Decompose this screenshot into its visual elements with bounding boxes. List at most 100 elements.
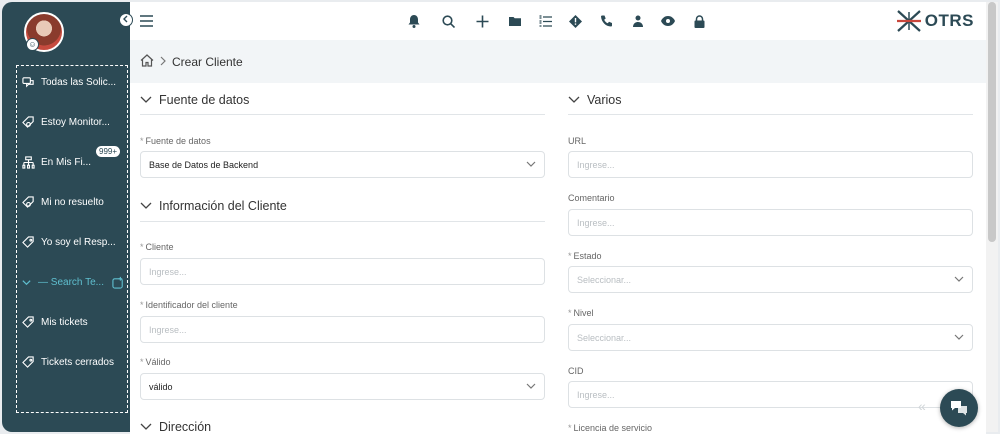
page-title: Crear Cliente	[172, 54, 243, 69]
section-title: Información del Cliente	[159, 199, 287, 213]
folder-icon[interactable]	[507, 13, 523, 29]
chat-bubbles-icon	[21, 75, 35, 89]
collapse-sidebar-button[interactable]	[119, 13, 133, 27]
breadcrumb-separator-icon	[160, 55, 166, 69]
chat-icon	[951, 401, 967, 416]
chevron-down-icon	[526, 160, 536, 170]
comentario-input[interactable]: Ingrese...	[568, 209, 973, 236]
chevron-down-icon	[21, 275, 32, 289]
diamond-icon[interactable]	[567, 13, 583, 29]
field-label: * Identificador del cliente	[140, 300, 238, 310]
sidebar-item-no-resuelto[interactable]: Mi no resuelto	[21, 192, 125, 212]
section-title: Dirección	[159, 420, 212, 434]
chat-button[interactable]	[940, 389, 978, 427]
fuente-de-datos-select[interactable]: Base de Datos de Backend	[140, 151, 545, 178]
chevron-down-icon	[954, 333, 964, 343]
sidebar-item-responsable[interactable]: Yo soy el Resp...	[21, 232, 125, 252]
field-label: Comentario	[568, 193, 615, 203]
section-varios[interactable]: Varios	[568, 93, 622, 107]
tag-eye-icon	[21, 195, 35, 209]
chevron-down-icon	[526, 382, 536, 392]
chevron-down-icon	[568, 96, 580, 104]
breadcrumb: Crear Cliente	[130, 40, 986, 83]
section-informacion-cliente[interactable]: Información del Cliente	[140, 199, 287, 213]
tag-icon	[21, 355, 35, 369]
input-placeholder: Ingrese...	[149, 266, 187, 277]
form-area: Fuente de datos * Fuente de datos Base de…	[130, 83, 986, 434]
divider	[140, 114, 545, 115]
app-window: ☺ Todas las Solic... Estoy Monitor... En…	[0, 0, 1000, 434]
sidebar-item-label: — Search Te...	[38, 276, 104, 288]
sidebar-item-label: Todas las Solic...	[41, 76, 117, 88]
estado-select[interactable]: Seleccionar...	[568, 266, 973, 293]
tag-icon	[21, 235, 35, 249]
cid-input[interactable]: Ingrese...	[568, 381, 973, 408]
sidebar-item-label: Mi no resuelto	[41, 196, 104, 208]
phone-icon[interactable]	[599, 13, 615, 29]
field-label: URL	[568, 136, 587, 146]
field-label: * Nivel	[568, 308, 594, 318]
bell-icon[interactable]	[406, 13, 422, 29]
otrs-logo-mark-icon	[896, 10, 921, 32]
sidebar: ☺ Todas las Solic... Estoy Monitor... En…	[2, 2, 130, 432]
select-value: válido	[149, 381, 173, 392]
add-template-icon[interactable]	[112, 276, 125, 289]
valido-select[interactable]: válido	[140, 373, 545, 400]
sidebar-item-label: En Mis Fi...	[41, 156, 92, 168]
avatar-status-badge: ☺	[26, 38, 39, 51]
sidebar-nav: Todas las Solic... Estoy Monitor... En M…	[16, 65, 128, 413]
section-direccion[interactable]: Dirección	[140, 420, 211, 434]
select-placeholder: Seleccionar...	[577, 274, 632, 285]
sidebar-item-label: Mis tickets	[41, 316, 88, 328]
chevron-down-icon	[140, 96, 152, 104]
menu-icon[interactable]	[140, 14, 153, 32]
input-placeholder: Ingrese...	[577, 159, 615, 170]
sidebar-item-todas[interactable]: Todas las Solic...	[21, 72, 125, 92]
section-title: Fuente de datos	[159, 93, 250, 107]
search-icon[interactable]	[440, 13, 456, 29]
tag-icon	[21, 315, 35, 329]
sidebar-item-label: Estoy Monitor...	[41, 116, 110, 128]
hierarchy-icon	[21, 155, 35, 169]
plus-icon[interactable]	[474, 13, 490, 29]
tag-eye-icon	[21, 115, 35, 129]
top-bar: OTRS	[130, 2, 986, 40]
sidebar-item-cerrados[interactable]: Tickets cerrados	[21, 352, 125, 372]
identificador-cliente-input[interactable]: Ingrese...	[140, 316, 545, 343]
field-label: * Cliente	[140, 242, 174, 252]
section-title: Varios	[587, 93, 622, 107]
section-fuente-de-datos[interactable]: Fuente de datos	[140, 93, 249, 107]
eye-icon[interactable]	[660, 13, 676, 29]
chevron-down-icon	[140, 202, 152, 210]
list-icon[interactable]	[537, 13, 553, 29]
sidebar-item-label: Tickets cerrados	[41, 356, 114, 368]
double-chevron-left-icon[interactable]: «	[918, 398, 926, 414]
sidebar-item-search-templates[interactable]: — Search Te...	[21, 272, 125, 292]
sidebar-item-en-mis-filas[interactable]: En Mis Fi... 999+	[21, 146, 125, 172]
page-scrollbar[interactable]	[986, 2, 998, 432]
field-label: * Licencia de servicio	[568, 423, 653, 433]
home-icon[interactable]	[140, 53, 154, 70]
divider	[140, 221, 545, 222]
field-label: * Válido	[140, 357, 171, 367]
sidebar-item-label: Yo soy el Resp...	[41, 236, 116, 248]
person-icon[interactable]	[630, 13, 646, 29]
sidebar-item-mis-tickets[interactable]: Mis tickets	[21, 312, 125, 332]
input-placeholder: Ingrese...	[149, 324, 187, 335]
sidebar-item-monitor[interactable]: Estoy Monitor...	[21, 112, 125, 132]
lock-icon[interactable]	[691, 13, 707, 29]
otrs-logo: OTRS	[896, 9, 974, 33]
field-label: * Estado	[568, 251, 602, 261]
url-input[interactable]: Ingrese...	[568, 151, 973, 178]
logo-text: OTRS	[924, 11, 974, 30]
cliente-input[interactable]: Ingrese...	[140, 258, 545, 285]
select-value: Base de Datos de Backend	[149, 159, 259, 170]
select-placeholder: Seleccionar...	[577, 332, 632, 343]
count-badge: 999+	[96, 146, 121, 157]
input-placeholder: Ingrese...	[577, 217, 615, 228]
field-label: * Fuente de datos	[140, 136, 211, 146]
divider	[568, 114, 973, 115]
nivel-select[interactable]: Seleccionar...	[568, 324, 973, 351]
scrollbar-thumb[interactable]	[988, 2, 996, 242]
chevron-down-icon	[954, 275, 964, 285]
